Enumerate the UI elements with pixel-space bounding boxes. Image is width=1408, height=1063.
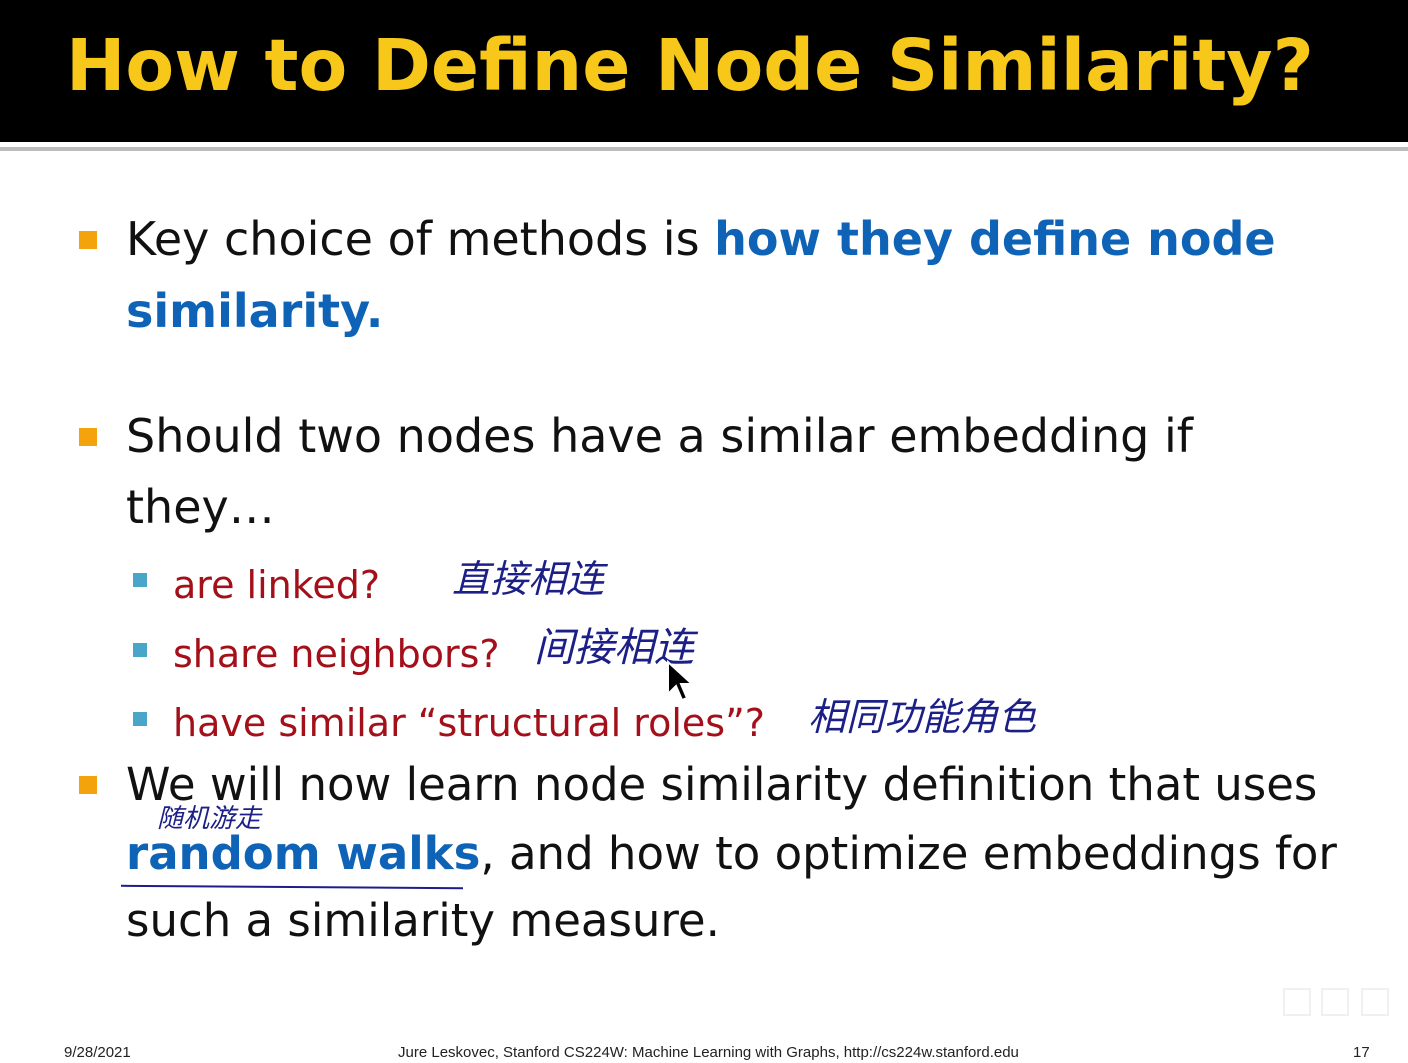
- bullet-2-line-2: they…: [126, 480, 275, 534]
- bullet-1-line-1: Key choice of methods is how they define…: [126, 216, 1276, 262]
- bullet-1-highlight: how they define node: [714, 212, 1276, 266]
- note-directly-connected: 直接相连: [452, 557, 605, 601]
- sub-bullet-marker: [133, 643, 147, 657]
- note-same-structural-role: 相同功能角色: [808, 695, 1037, 739]
- bullet-marker: [79, 428, 97, 446]
- title-bar: How to Define Node Similarity?: [0, 0, 1408, 142]
- handwritten-underline: [120, 884, 464, 890]
- watermark-logo: [1282, 985, 1402, 1019]
- footer-page-number: 17: [1353, 1044, 1370, 1061]
- sub-bullet-marker: [133, 573, 147, 587]
- bullet-marker: [79, 776, 97, 794]
- slide-title: How to Define Node Similarity?: [66, 24, 1314, 107]
- bullet-marker: [79, 231, 97, 249]
- mouse-cursor-icon: [667, 660, 695, 702]
- footer-credit: Jure Leskovec, Stanford CS224W: Machine …: [398, 1044, 1019, 1061]
- title-divider: [0, 147, 1408, 151]
- sub-bullet-neighbors: share neighbors?: [173, 632, 500, 676]
- bullet-3-line-3: such a similarity measure.: [126, 894, 720, 947]
- sub-bullet-linked: are linked?: [173, 563, 381, 607]
- sub-bullet-marker: [133, 712, 147, 726]
- random-walks-highlight: random walks: [126, 827, 481, 880]
- bullet-1-plain-text: Key choice of methods is: [126, 212, 715, 266]
- sub-bullet-structural-roles: have similar “structural roles”?: [173, 701, 765, 745]
- bullet-2-line-1: Should two nodes have a similar embeddin…: [126, 409, 1193, 463]
- bullet-3-line-1: We will now learn node similarity defini…: [126, 758, 1318, 811]
- bullet-3-line-2-rest: , and how to optimize embeddings for: [480, 827, 1337, 880]
- footer-date: 9/28/2021: [64, 1044, 131, 1061]
- bullet-3-line-2: random walks, and how to optimize embedd…: [126, 831, 1337, 876]
- bullet-1-line-2: similarity.: [126, 284, 384, 338]
